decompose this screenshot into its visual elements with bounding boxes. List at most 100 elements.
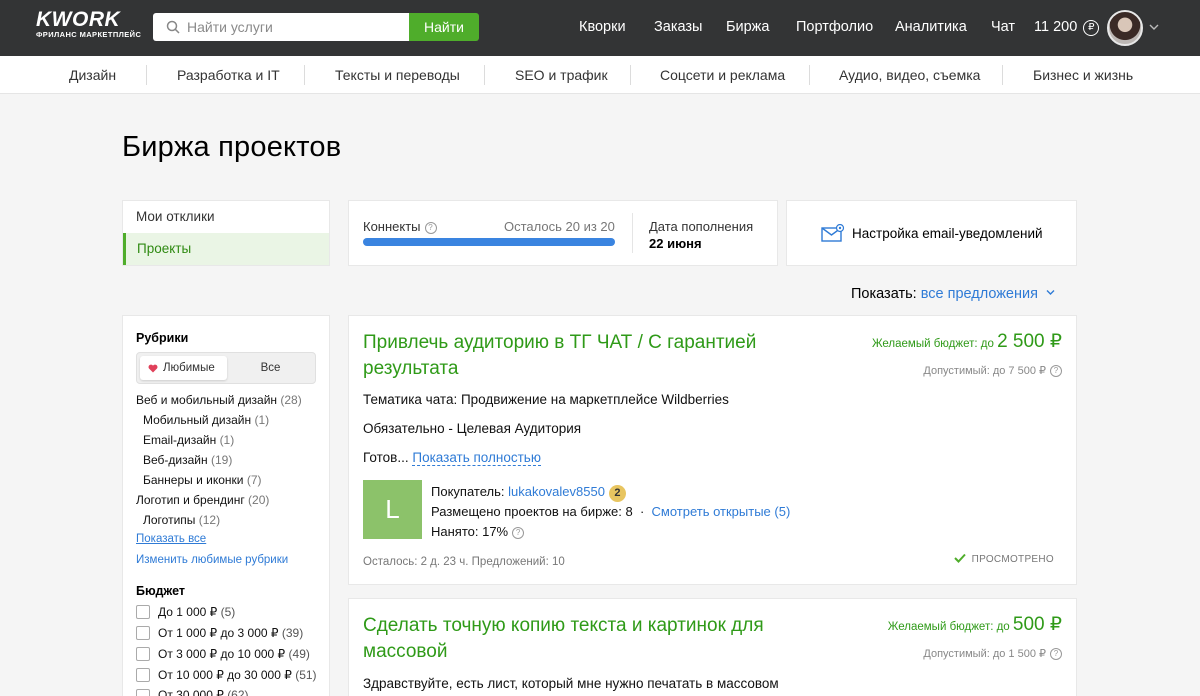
buyer-hired-line: Нанято: 17%? [431,524,525,539]
refill-label: Дата пополнения [649,219,754,234]
help-icon[interactable]: ? [424,222,437,234]
divider [630,65,631,85]
rubric-item[interactable]: Email-дизайн (1) [143,433,234,447]
show-value: все предложения [920,286,1038,302]
edit-favorites-link[interactable]: Изменить любимые рубрики [136,554,288,566]
toggle-favorites[interactable]: Любимые [140,356,227,380]
rubric-item[interactable]: Веб и мобильный дизайн (28) [136,393,302,407]
rubrics-toggle: Любимые Все [136,352,316,384]
project-meta: Осталось: 2 д. 23 ч. Предложений: 10 [363,556,565,568]
budget-checkbox[interactable] [136,626,150,640]
heart-icon [148,364,158,373]
divider [809,65,810,85]
help-icon[interactable]: ? [1050,365,1062,377]
search-box [153,13,410,41]
connects-progress-fill [363,238,615,246]
connects-remaining: Осталось 20 из 20 [504,219,615,234]
category-texts[interactable]: Тексты и переводы [335,67,460,83]
avatar[interactable] [1107,10,1143,46]
kwork-logo[interactable]: KWORK ФРИЛАНС МАРКЕТПЛЕЙС [36,9,141,39]
budget-checkbox[interactable] [136,668,150,682]
category-audio-video[interactable]: Аудио, видео, съемка [839,67,980,83]
rubrics-title: Рубрики [136,331,189,345]
nav-chat[interactable]: Чат [991,19,1015,35]
buyer-name-link[interactable]: lukakovalev8550 [508,484,605,499]
help-icon[interactable]: ? [512,527,525,539]
nav-kworks[interactable]: Кворки [579,19,626,35]
project-description-line: Обязательно - Целевая Аудитория [363,421,582,436]
search-icon [166,20,180,34]
nav-orders[interactable]: Заказы [654,19,702,35]
budget-checkbox[interactable] [136,605,150,619]
budget-option-label: От 30 000 ₽ (62) [158,688,249,696]
project-title[interactable]: Привлечь аудиторию в ТГ ЧАТ / С гарантие… [363,330,803,382]
project-budget: Желаемый бюджет: до 2 500 ₽ [871,331,1062,352]
rubric-item[interactable]: Мобильный дизайн (1) [143,413,269,427]
divider [304,65,305,85]
nav-analytics[interactable]: Аналитика [895,19,967,35]
show-more-link[interactable]: Показать полностью [412,450,541,466]
project-card: Сделать точную копию текста и картинок д… [348,598,1077,696]
top-header: KWORK ФРИЛАНС МАРКЕТПЛЕЙС Найти Кворки З… [0,0,1200,56]
menu-my-responses[interactable]: Мои отклики [123,201,329,233]
project-budget: Желаемый бюджет: до 500 ₽ [887,614,1062,635]
divider [1002,65,1003,85]
buyer-line: Покупатель: lukakovalev8550 2 [431,484,626,502]
check-icon [953,553,966,563]
budget-checkbox[interactable] [136,647,150,661]
nav-portfolio[interactable]: Портфолио [796,19,873,35]
budget-option-label: От 1 000 ₽ до 3 000 ₽ (39) [158,626,304,640]
toggle-all[interactable]: Все [227,356,314,380]
divider [632,213,633,253]
divider [146,65,147,85]
budget-title: Бюджет [136,584,186,598]
project-description-line: Тематика чата: Продвижение на маркетплей… [363,392,729,407]
rubric-item[interactable]: Веб-дизайн (19) [143,453,232,467]
refill-date: 22 июня [649,236,702,251]
level-badge: 2 [608,485,626,502]
chevron-down-icon [1046,290,1055,295]
category-bar: Дизайн Разработка и IT Тексты и переводы… [0,56,1200,94]
email-notifications-label: Настройка email-уведомлений [852,226,1043,241]
divider [484,65,485,85]
search-input[interactable] [187,13,402,41]
balance[interactable]: 11 200 ₽ [1034,19,1100,36]
project-description-line: Готов... Показать полностью [363,450,541,466]
rubric-item[interactable]: Баннеры и иконки (7) [143,473,262,487]
project-allowed-budget: Допустимый: до 7 500 ₽? [923,364,1062,377]
buyer-avatar[interactable]: L [363,480,422,539]
search-button[interactable]: Найти [409,13,479,41]
project-description-line: Здравствуйте, есть лист, который мне нуж… [363,676,779,691]
mail-settings-icon [821,224,845,242]
nav-exchange[interactable]: Биржа [726,19,769,35]
budget-option-label: От 10 000 ₽ до 30 000 ₽ (51) [158,668,317,682]
balance-amount: 11 200 [1034,19,1078,35]
rubric-item[interactable]: Логотипы (12) [143,513,220,527]
connects-label: Коннекты? [363,219,437,234]
category-social[interactable]: Соцсети и реклама [660,67,785,83]
show-filter[interactable]: Показать: все предложения [851,286,1055,302]
connects-progress [363,238,615,246]
buyer-stats-line: Размещено проектов на бирже: 8 · Смотрет… [431,504,791,519]
project-title[interactable]: Сделать точную копию текста и картинок д… [363,613,803,665]
budget-checkbox[interactable] [136,689,150,696]
show-all-link[interactable]: Показать все [136,533,206,545]
category-design[interactable]: Дизайн [69,67,116,83]
category-business[interactable]: Бизнес и жизнь [1033,67,1133,83]
menu-projects[interactable]: Проекты [123,233,329,265]
chevron-down-icon[interactable] [1149,22,1159,32]
page-title: Биржа проектов [122,131,342,163]
open-projects-link[interactable]: Смотреть открытые (5) [652,504,791,519]
project-allowed-budget: Допустимый: до 1 500 ₽? [923,647,1062,660]
project-card: Привлечь аудиторию в ТГ ЧАТ / С гарантие… [348,315,1077,585]
budget-option-label: До 1 000 ₽ (5) [158,605,236,619]
show-label: Показать: [851,286,917,302]
email-notifications-card[interactable]: Настройка email-уведомлений [786,200,1077,266]
viewed-status: ПРОСМОТРЕНО [953,553,1054,565]
category-development[interactable]: Разработка и IT [177,67,280,83]
help-icon[interactable]: ? [1050,648,1062,660]
rubric-item[interactable]: Логотип и брендинг (20) [136,493,269,507]
connects-card: Коннекты? Осталось 20 из 20 Дата пополне… [348,200,778,266]
filters-panel: Рубрики Любимые Все Веб и мобильный диза… [122,315,330,696]
category-seo[interactable]: SEO и трафик [515,67,608,83]
